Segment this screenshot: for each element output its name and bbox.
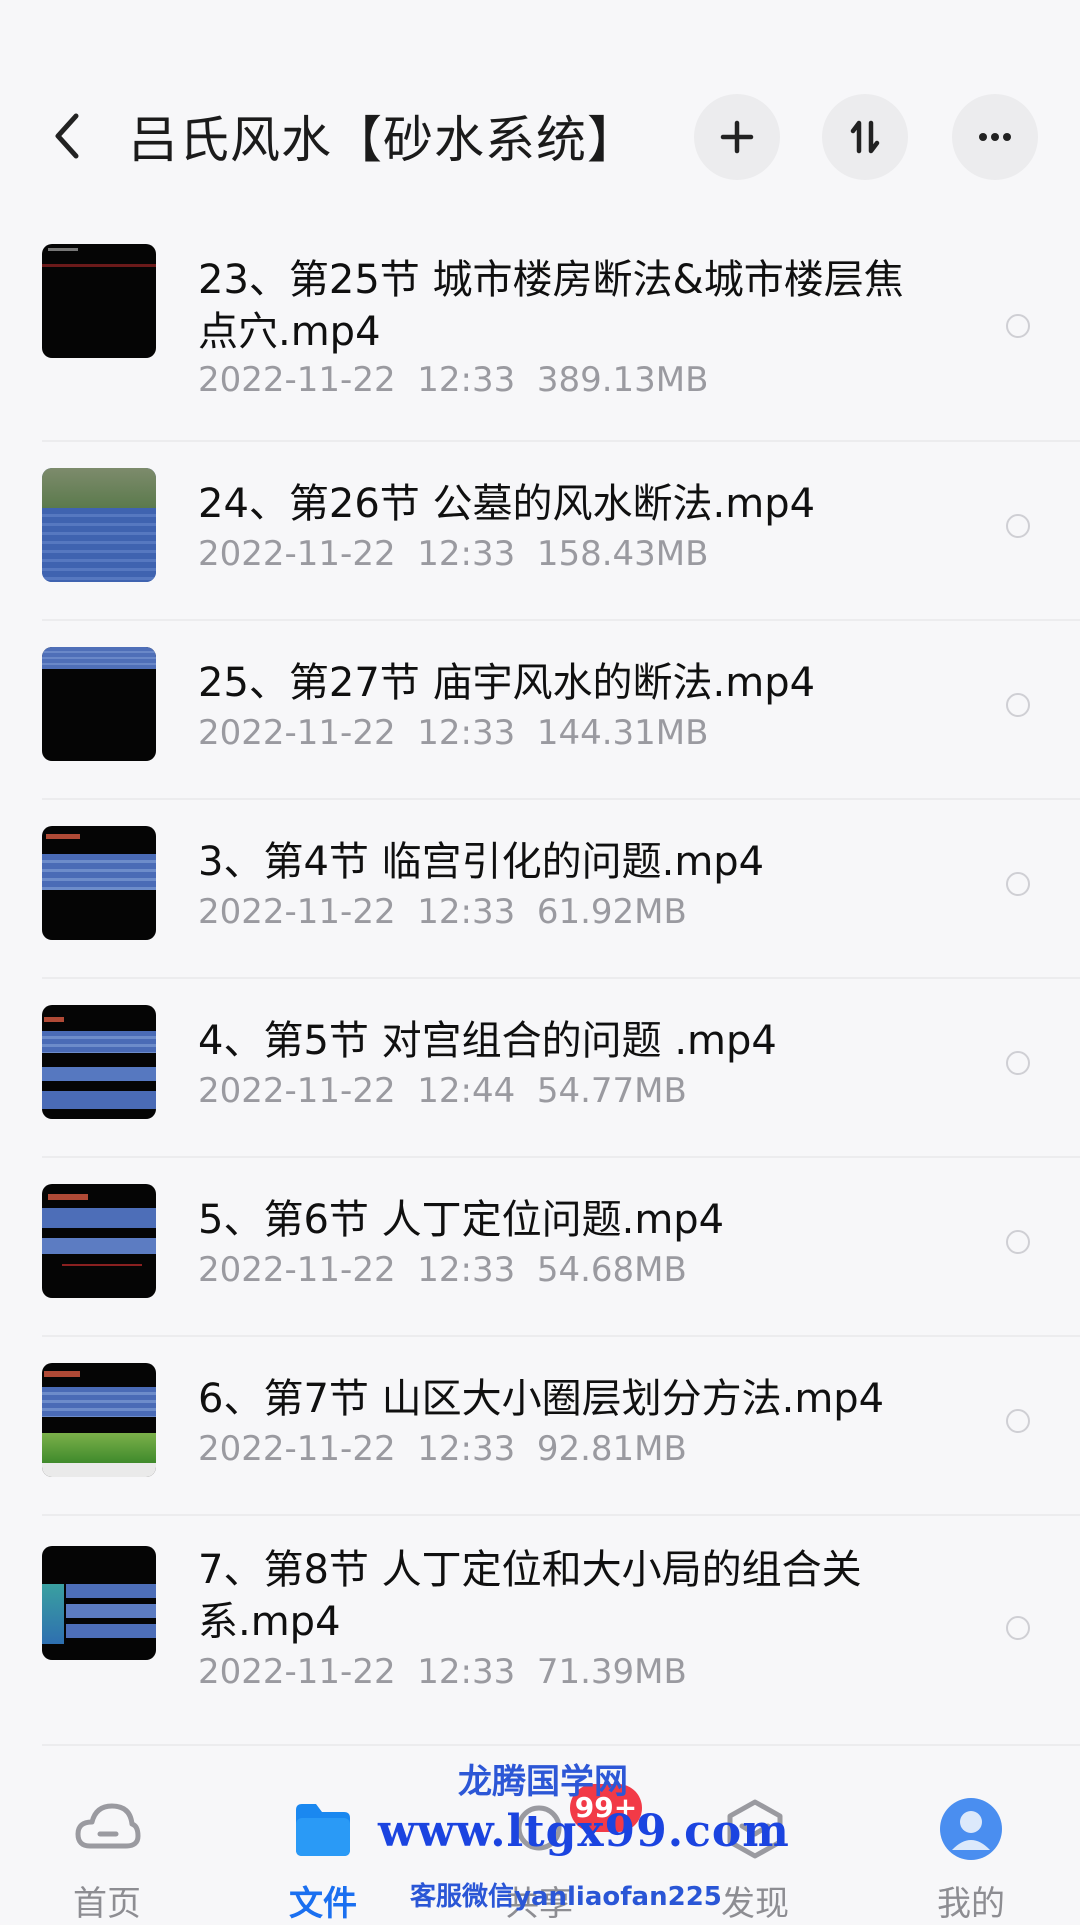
file-meta: 2022-11-22 12:44 54.77MB	[198, 1071, 687, 1111]
file-size: 158.43MB	[536, 534, 709, 574]
select-radio[interactable]	[1006, 314, 1030, 338]
watermark-contact: 客服微信yanliaofan225	[410, 1882, 722, 1912]
file-meta: 2022-11-22 12:33 389.13MB	[198, 360, 708, 400]
select-radio[interactable]	[1006, 1409, 1030, 1433]
file-row[interactable]: 3、第4节 临宫引化的问题.mp4 2022-11-22 12:33 61.92…	[0, 800, 1080, 979]
select-radio[interactable]	[1006, 1230, 1030, 1254]
avatar-icon	[940, 1798, 1002, 1860]
video-thumbnail	[42, 1546, 156, 1660]
file-time: 12:33	[417, 713, 516, 753]
file-date: 2022-11-22	[198, 360, 396, 400]
file-name: 23、第25节 城市楼房断法&城市楼层焦点穴.mp4	[198, 257, 904, 355]
nav-profile[interactable]: 我的	[886, 1770, 1056, 1924]
nav-home[interactable]: 首页	[22, 1770, 192, 1924]
file-size: 71.39MB	[536, 1652, 687, 1692]
file-time: 12:33	[417, 1429, 516, 1469]
file-size: 144.31MB	[536, 713, 709, 753]
file-time: 12:44	[417, 1071, 516, 1111]
file-date: 2022-11-22	[198, 1071, 396, 1111]
file-meta: 2022-11-22 12:33 144.31MB	[198, 713, 708, 753]
file-row[interactable]: 4、第5节 对宫组合的问题 .mp4 2022-11-22 12:44 54.7…	[0, 979, 1080, 1158]
video-thumbnail	[42, 468, 156, 582]
file-size: 54.68MB	[536, 1250, 687, 1290]
file-meta: 2022-11-22 12:33 54.68MB	[198, 1250, 687, 1290]
nav-label: 文件	[289, 1884, 357, 1924]
file-name: 3、第4节 临宫引化的问题.mp4	[198, 839, 765, 885]
file-time: 12:33	[417, 534, 516, 574]
chevron-left-icon	[55, 113, 79, 159]
sort-button[interactable]	[822, 94, 908, 180]
file-row[interactable]: 25、第27节 庙宇风水的断法.mp4 2022-11-22 12:33 144…	[0, 621, 1080, 800]
page-title: 吕氏风水【砂水系统】	[128, 111, 638, 169]
file-row[interactable]: 7、第8节 人丁定位和大小局的组合关系.mp4 2022-11-22 12:33…	[0, 1516, 1080, 1746]
select-radio[interactable]	[1006, 872, 1030, 896]
file-meta: 2022-11-22 12:33 158.43MB	[198, 534, 708, 574]
row-divider	[42, 1744, 1080, 1746]
back-button[interactable]	[48, 108, 88, 164]
file-time: 12:33	[417, 1652, 516, 1692]
folder-icon	[296, 1804, 350, 1856]
file-row[interactable]: 24、第26节 公墓的风水断法.mp4 2022-11-22 12:33 158…	[0, 442, 1080, 621]
file-meta: 2022-11-22 12:33 71.39MB	[198, 1652, 687, 1692]
video-thumbnail	[42, 1005, 156, 1119]
file-date: 2022-11-22	[198, 892, 396, 932]
sort-icon	[850, 120, 880, 154]
video-thumbnail	[42, 1363, 156, 1477]
file-list: 23、第25节 城市楼房断法&城市楼层焦点穴.mp4 2022-11-22 12…	[0, 230, 1080, 1746]
file-time: 12:33	[417, 360, 516, 400]
file-row[interactable]: 23、第25节 城市楼房断法&城市楼层焦点穴.mp4 2022-11-22 12…	[0, 230, 1080, 442]
file-date: 2022-11-22	[198, 1250, 396, 1290]
file-row[interactable]: 5、第6节 人丁定位问题.mp4 2022-11-22 12:33 54.68M…	[0, 1158, 1080, 1337]
file-name: 6、第7节 山区大小圈层划分方法.mp4	[198, 1376, 885, 1422]
nav-label: 我的	[937, 1884, 1005, 1924]
file-name: 4、第5节 对宫组合的问题 .mp4	[198, 1018, 777, 1064]
file-meta: 2022-11-22 12:33 92.81MB	[198, 1429, 687, 1469]
file-date: 2022-11-22	[198, 1652, 396, 1692]
file-name: 25、第27节 庙宇风水的断法.mp4	[198, 660, 816, 706]
video-thumbnail	[42, 1184, 156, 1298]
header: 吕氏风水【砂水系统】	[0, 0, 1080, 230]
nav-label: 首页	[73, 1884, 141, 1924]
more-icon	[979, 133, 1011, 141]
cloud-icon	[75, 1803, 141, 1849]
video-thumbnail	[42, 826, 156, 940]
file-size: 389.13MB	[536, 360, 709, 400]
file-size: 92.81MB	[536, 1429, 687, 1469]
file-meta: 2022-11-22 12:33 61.92MB	[198, 892, 687, 932]
file-name: 5、第6节 人丁定位问题.mp4	[198, 1197, 725, 1243]
file-date: 2022-11-22	[198, 713, 396, 753]
add-button[interactable]	[694, 94, 780, 180]
select-radio[interactable]	[1006, 1616, 1030, 1640]
file-name: 24、第26节 公墓的风水断法.mp4	[198, 481, 816, 527]
file-date: 2022-11-22	[198, 534, 396, 574]
video-thumbnail	[42, 244, 156, 358]
plus-icon	[720, 120, 754, 154]
file-date: 2022-11-22	[198, 1429, 396, 1469]
more-button[interactable]	[952, 94, 1038, 180]
watermark-url: www.ltgx99.com	[378, 1806, 790, 1857]
file-size: 61.92MB	[536, 892, 687, 932]
video-thumbnail	[42, 647, 156, 761]
select-radio[interactable]	[1006, 693, 1030, 717]
file-time: 12:33	[417, 1250, 516, 1290]
file-size: 54.77MB	[536, 1071, 687, 1111]
watermark-title: 龙腾国学网	[458, 1762, 628, 1802]
select-radio[interactable]	[1006, 1051, 1030, 1075]
select-radio[interactable]	[1006, 514, 1030, 538]
file-row[interactable]: 6、第7节 山区大小圈层划分方法.mp4 2022-11-22 12:33 92…	[0, 1337, 1080, 1516]
file-time: 12:33	[417, 892, 516, 932]
file-name: 7、第8节 人丁定位和大小局的组合关系.mp4	[198, 1547, 862, 1645]
